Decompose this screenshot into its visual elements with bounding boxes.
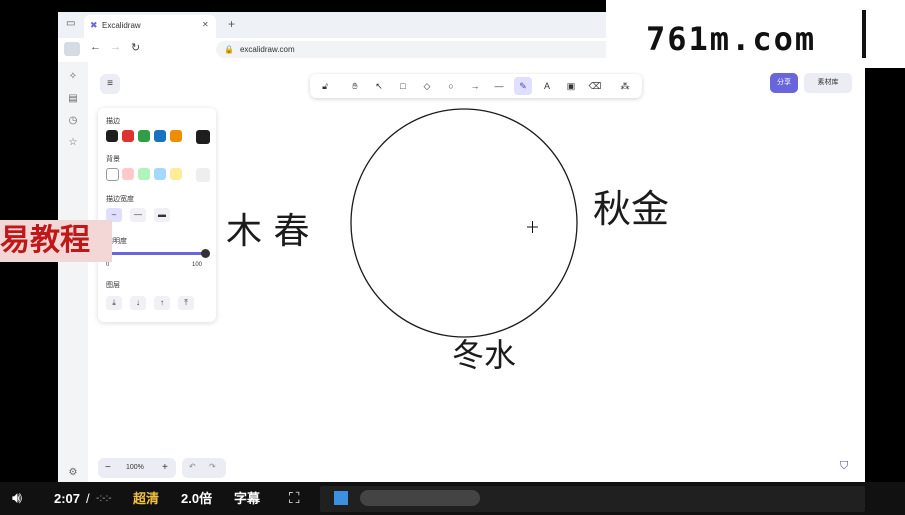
video-controls: 🔊︎ 2:07 / -:-:- 超清 2.0倍 字幕 ⛶ [0, 482, 905, 515]
undo-redo-controls: ↶ ↷ [182, 458, 226, 478]
collections-icon[interactable]: ▤ [66, 92, 80, 106]
handwriting-bottom: 冬水 [452, 336, 517, 374]
excalidraw-canvas[interactable]: ≡ 🔓︎ ✋︎ ↖ □ ◇ ○ → — ✎ A ▣ ⌫ ⁂ 分享 素材库 描边 [88, 62, 865, 482]
url-text: excalidraw.com [239, 45, 295, 54]
forward-icon[interactable]: → [110, 41, 121, 53]
url-field[interactable]: 🔒 excalidraw.com [216, 41, 636, 58]
screen-recording: ▭ ✖ Excalidraw ✕ + ← → ↻ 🔒 excalidraw.com… [58, 12, 865, 482]
browser-sidebar: ✧ ▤ ◷ ☆ ⚙ [58, 62, 88, 482]
redo-icon[interactable]: ↷ [209, 462, 216, 471]
total-time: -:-:- [96, 493, 112, 504]
volume-icon[interactable]: 🔊︎ [12, 489, 22, 509]
tab-title: Excalidraw [102, 21, 141, 30]
new-tab-button[interactable]: + [228, 17, 235, 31]
zoom-in-button[interactable]: + [162, 462, 168, 473]
close-icon[interactable]: ✕ [202, 20, 209, 29]
speed-button[interactable]: 2.0倍 [181, 489, 212, 509]
watermark: 761m.com [606, 0, 905, 68]
quality-button[interactable]: 超清 [133, 489, 159, 509]
favorites-icon[interactable]: ☆ [66, 136, 80, 150]
watermark-bar [862, 10, 866, 58]
current-time: 2:07 [54, 491, 81, 506]
handwriting-left: 木 春 [226, 211, 310, 252]
hand-drawn-circle [350, 108, 578, 338]
drawing-layer [350, 108, 578, 338]
history-icon[interactable]: ◷ [66, 114, 80, 128]
fullscreen-icon[interactable]: ⛶ [289, 489, 300, 509]
settings-icon[interactable]: ⚙ [66, 466, 80, 480]
zoom-out-button[interactable]: − [105, 462, 111, 473]
time-separator: / [86, 491, 90, 506]
taskbar-search-icon[interactable] [360, 490, 480, 506]
shield-icon[interactable]: ⛉ [840, 460, 848, 473]
subtitles-button[interactable]: 字幕 [234, 489, 260, 509]
sidebar-toggle-icon[interactable] [64, 42, 80, 56]
lock-icon: 🔒 [224, 45, 234, 54]
browser-tab[interactable]: ✖ Excalidraw ✕ [84, 15, 216, 38]
excalidraw-logo-icon: ✖ [90, 20, 98, 30]
zoom-controls: − 100% + [98, 458, 176, 478]
handwriting-right: 秋金 [593, 187, 670, 231]
windows-start-icon[interactable] [334, 491, 348, 505]
promo-banner: 易教程 [0, 220, 112, 262]
back-icon[interactable]: ← [90, 41, 101, 53]
ai-icon[interactable]: ✧ [66, 70, 80, 84]
tab-actions-icon[interactable]: ▭ [66, 18, 75, 29]
watermark-text: 761m.com [646, 20, 817, 58]
reload-icon[interactable]: ↻ [131, 41, 140, 54]
undo-icon[interactable]: ↶ [189, 462, 196, 471]
zoom-level[interactable]: 100% [126, 464, 144, 471]
